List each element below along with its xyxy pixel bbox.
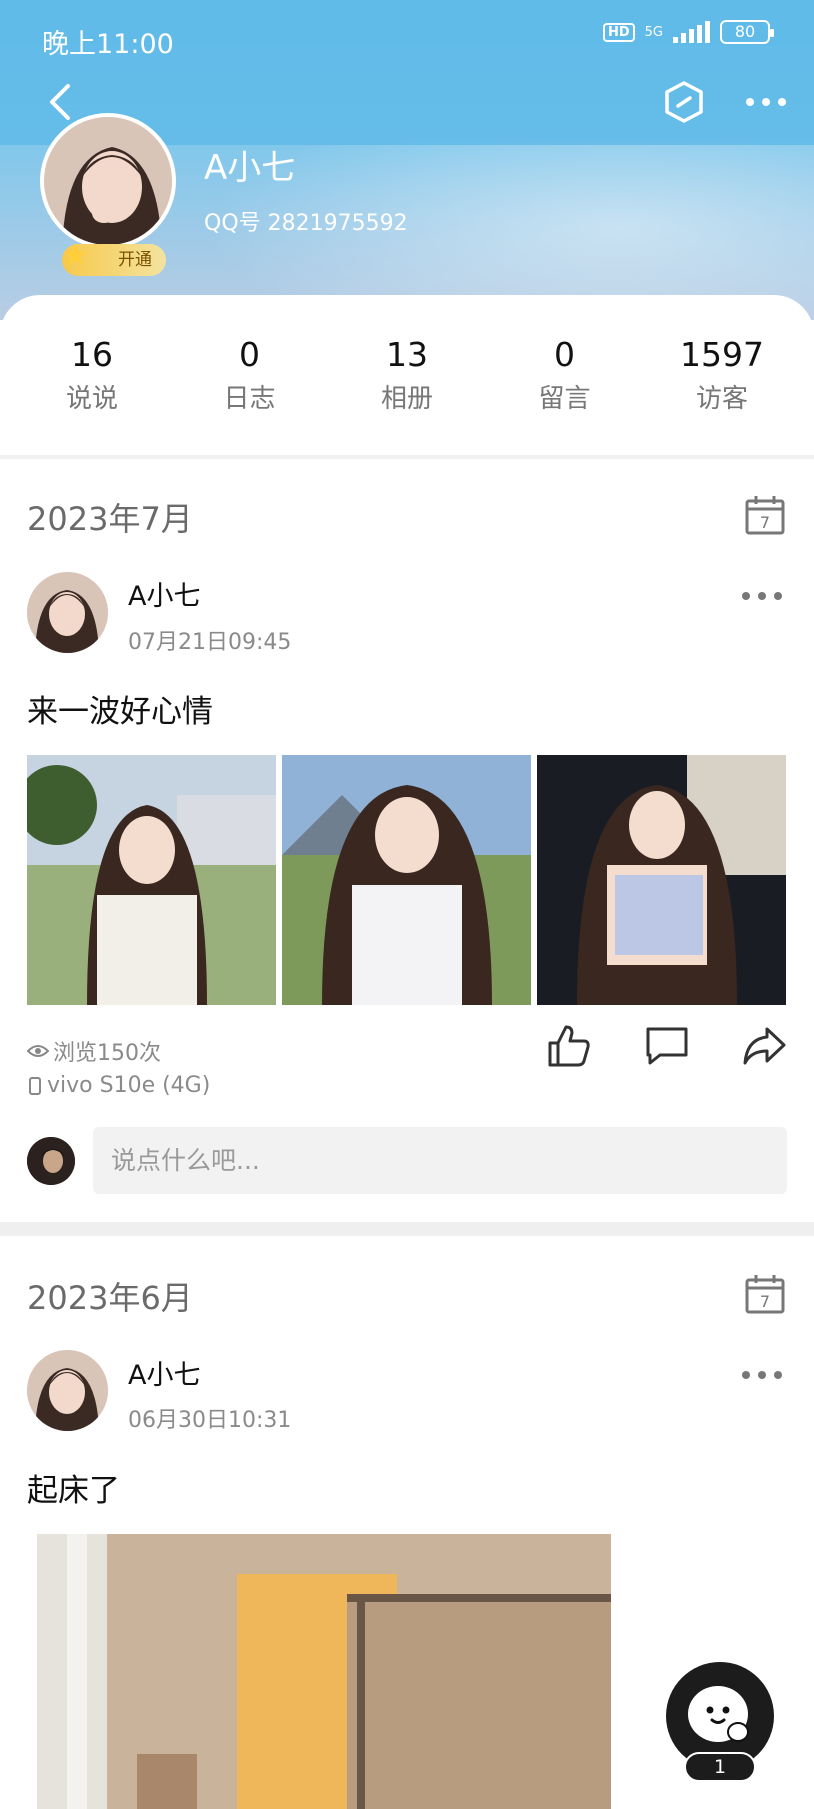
- svg-text:7: 7: [760, 1292, 770, 1311]
- avatar[interactable]: [27, 1350, 108, 1431]
- status-time: 晚上11:00: [42, 29, 174, 60]
- stats-divider: [0, 455, 814, 459]
- profile-name: A小七: [204, 148, 296, 188]
- comment-icon[interactable]: [644, 1023, 690, 1069]
- avatar[interactable]: [27, 572, 108, 653]
- stat-count: 0: [239, 335, 260, 374]
- my-avatar: [27, 1137, 75, 1185]
- comment-input[interactable]: [93, 1127, 787, 1194]
- device-text: vivo S10e (4G): [47, 1073, 211, 1098]
- qq-number: QQ号 2821975592: [204, 211, 408, 236]
- eye-icon: [27, 1045, 49, 1057]
- stat-count: 13: [386, 335, 428, 374]
- phone-icon: [29, 1076, 41, 1095]
- post-more-icon[interactable]: [740, 1367, 784, 1383]
- stat-messages[interactable]: 0 留言: [515, 335, 615, 455]
- like-icon[interactable]: [546, 1023, 592, 1069]
- post-text: 来一波好心情: [27, 694, 213, 730]
- back-icon[interactable]: [42, 82, 82, 122]
- month-header: 2023年6月: [27, 1279, 193, 1317]
- post-text: 起床了: [27, 1473, 120, 1509]
- post-time: 06月30日10:31: [128, 1408, 292, 1433]
- post-time: 07月21日09:45: [128, 630, 292, 655]
- post-photo[interactable]: [537, 755, 786, 1005]
- calendar-icon[interactable]: 7: [744, 1273, 786, 1315]
- vip-star-icon: ★: [62, 238, 89, 273]
- post-divider: [0, 1222, 814, 1236]
- post-more-icon[interactable]: [740, 588, 784, 604]
- month-header: 2023年7月: [27, 500, 193, 538]
- stat-album[interactable]: 13 相册: [357, 335, 457, 455]
- calendar-icon[interactable]: 7: [744, 494, 786, 536]
- notification-badge: 1: [684, 1752, 756, 1782]
- post-photo[interactable]: [282, 755, 531, 1005]
- stat-visitors[interactable]: 1597 访客: [672, 335, 772, 455]
- post-photo[interactable]: [37, 1534, 611, 1809]
- post-author[interactable]: A小七: [128, 574, 200, 613]
- post-author[interactable]: A小七: [128, 1353, 200, 1392]
- stat-label: 说说: [65, 384, 118, 414]
- stat-blog[interactable]: 0 日志: [200, 335, 300, 455]
- header-actions: [662, 80, 788, 124]
- status-icons: HD 5G 80: [602, 20, 774, 44]
- stat-label: 留言: [538, 384, 591, 414]
- stat-count: 0: [554, 335, 575, 374]
- hd-icon: HD: [602, 22, 635, 42]
- battery-icon: 80: [720, 20, 774, 44]
- share-icon[interactable]: [741, 1023, 787, 1069]
- stat-count: 16: [71, 335, 113, 374]
- view-count: 浏览150次: [27, 1035, 161, 1067]
- hexagon-shortcut-icon[interactable]: [662, 80, 706, 124]
- stats-bar: 16 说说 0 日志 13 相册 0 留言 1597 访客: [0, 295, 814, 455]
- view-count-text: 浏览150次: [53, 1041, 161, 1066]
- stat-label: 相册: [380, 384, 433, 414]
- more-menu-icon[interactable]: [744, 95, 788, 109]
- post-photo[interactable]: [27, 755, 276, 1005]
- device-info: vivo S10e (4G): [27, 1073, 210, 1098]
- signal-icon: [673, 21, 710, 43]
- stat-label: 访客: [695, 384, 748, 414]
- svg-text:7: 7: [760, 513, 770, 532]
- stat-label: 日志: [223, 384, 276, 414]
- profile-avatar[interactable]: [40, 113, 176, 249]
- network-label: 5G: [644, 24, 663, 40]
- stat-shuoshuo[interactable]: 16 说说: [42, 335, 142, 455]
- stat-count: 1597: [680, 335, 764, 374]
